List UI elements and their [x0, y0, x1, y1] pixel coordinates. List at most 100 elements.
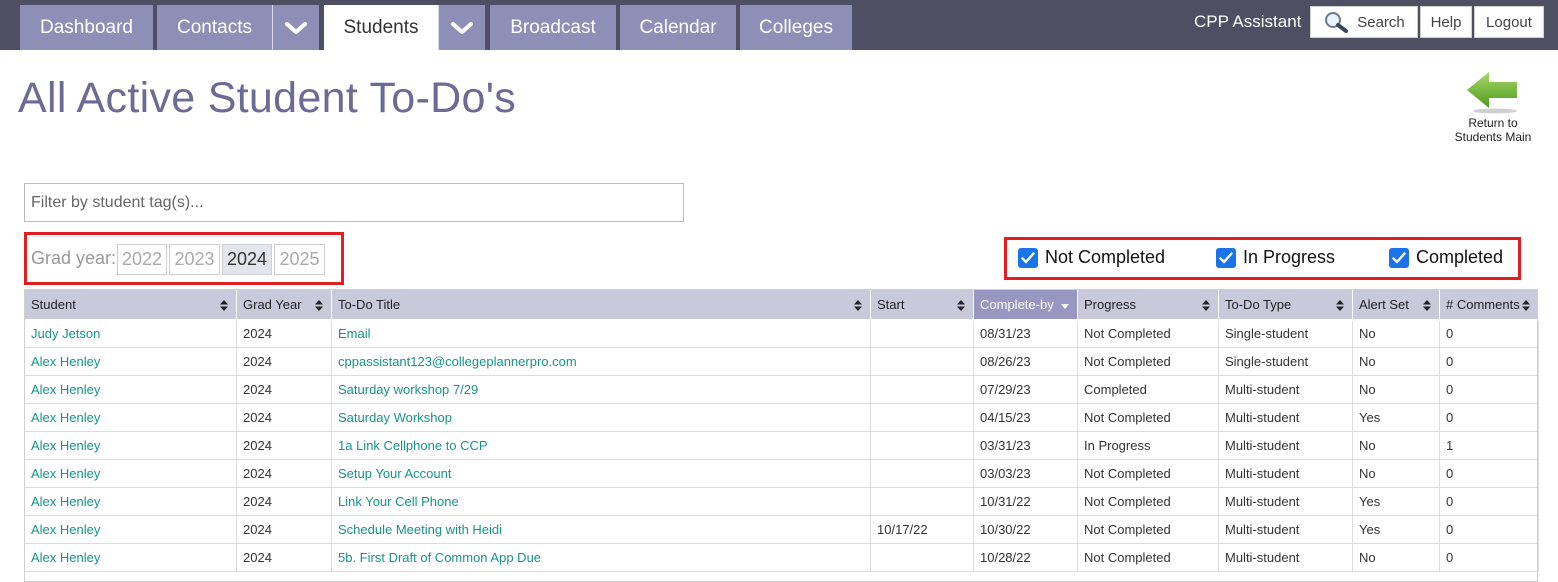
table-cell: Yes: [1352, 487, 1440, 516]
column-header-complete-by[interactable]: Complete-by: [973, 289, 1078, 321]
help-button-label: Help: [1430, 13, 1462, 31]
todo-title-link[interactable]: Saturday Workshop: [331, 403, 871, 432]
student-name-link[interactable]: Alex Henley: [24, 403, 237, 432]
table-cell: No: [1352, 459, 1440, 488]
student-name-link[interactable]: Alex Henley: [24, 459, 237, 488]
table-cell: 0: [1439, 543, 1539, 572]
table-cell: 10/31/22: [973, 487, 1078, 516]
students-dropdown-toggle[interactable]: [438, 5, 485, 50]
filter-completed-checkbox[interactable]: Completed: [1389, 247, 1503, 268]
logout-button-label: Logout: [1486, 13, 1532, 31]
return-label-line2: Students Main: [1454, 130, 1532, 144]
column-header-progress[interactable]: Progress: [1077, 289, 1219, 321]
sort-icon: [315, 300, 323, 311]
search-icon: [1325, 12, 1349, 33]
table-cell: 08/26/23: [973, 347, 1078, 376]
table-cell: Not Completed: [1077, 543, 1219, 572]
table-body: Judy Jetson 2024 Email 08/31/23 Not Complete…: [24, 319, 1539, 572]
table-cell: 1: [1439, 431, 1539, 460]
column-header-to-do-type[interactable]: To-Do Type: [1218, 289, 1353, 321]
checkbox-checked-icon: [1216, 247, 1236, 268]
tab-dashboard-label: Dashboard: [40, 16, 133, 38]
column-header-start[interactable]: Start: [870, 289, 974, 321]
table-cell: 04/15/23: [973, 403, 1078, 432]
table-cell: [870, 487, 974, 516]
table-row: Alex Henley 2024 Link Your Cell Phone 10/31…: [24, 487, 1539, 516]
table-cell: 0: [1439, 487, 1539, 516]
table-cell: 03/03/23: [973, 459, 1078, 488]
column-header-label: Progress: [1084, 296, 1137, 312]
table-cell: Multi-student: [1218, 403, 1353, 432]
table-cell: 0: [1439, 319, 1539, 348]
table-cell: No: [1352, 431, 1440, 460]
table-cell: 0: [1439, 375, 1539, 404]
student-name-link[interactable]: Judy Jetson: [24, 319, 237, 348]
column-header-to-do-title[interactable]: To-Do Title: [331, 289, 871, 321]
user-name[interactable]: CPP Assistant: [1194, 12, 1301, 32]
tab-dashboard[interactable]: Dashboard: [20, 5, 153, 50]
contacts-dropdown-toggle[interactable]: [272, 5, 319, 50]
search-button[interactable]: Search: [1310, 6, 1418, 38]
student-name-link[interactable]: Alex Henley: [24, 487, 237, 516]
column-header-alert-set[interactable]: Alert Set: [1352, 289, 1440, 321]
todo-title-link[interactable]: Setup Your Account: [331, 459, 871, 488]
filter-not-completed-label: Not Completed: [1045, 247, 1166, 267]
student-name-link[interactable]: Alex Henley: [24, 431, 237, 460]
table-cell: Not Completed: [1077, 319, 1219, 348]
tab-colleges-label: Colleges: [759, 16, 833, 38]
column-header-label: # Comments: [1446, 296, 1520, 312]
todo-title-link[interactable]: Saturday workshop 7/29: [331, 375, 871, 404]
return-to-students-main-button[interactable]: Return to Students Main: [1448, 70, 1538, 144]
sort-icon: [1336, 300, 1344, 311]
table-row: Alex Henley 2024 Saturday workshop 7/29 07/…: [24, 375, 1539, 404]
table-cell: Multi-student: [1218, 459, 1353, 488]
grad-year-2025-button[interactable]: 2025: [274, 244, 325, 275]
student-name-link[interactable]: Alex Henley: [24, 347, 237, 376]
table-cell: No: [1352, 347, 1440, 376]
table-row: Alex Henley 2024 cppassistant123@collegepl…: [24, 347, 1539, 376]
table-cell: 2024: [236, 487, 332, 516]
help-button[interactable]: Help: [1420, 6, 1472, 38]
table-cell: [870, 375, 974, 404]
student-name-link[interactable]: Alex Henley: [24, 515, 237, 544]
todo-title-link[interactable]: 5b. First Draft of Common App Due: [331, 543, 871, 572]
grad-year-2023-button[interactable]: 2023: [169, 244, 220, 275]
grad-year-2022-button[interactable]: 2022: [117, 244, 167, 275]
table-cell: Yes: [1352, 403, 1440, 432]
table-cell: 10/28/22: [973, 543, 1078, 572]
tab-calendar[interactable]: Calendar: [620, 5, 736, 50]
todo-title-link[interactable]: 1a Link Cellphone to CCP: [331, 431, 871, 460]
student-name-link[interactable]: Alex Henley: [24, 543, 237, 572]
tab-contacts[interactable]: Contacts: [157, 5, 272, 50]
table-row: Alex Henley 2024 Setup Your Account 03/03/2…: [24, 459, 1539, 488]
tab-students[interactable]: Students: [324, 5, 438, 50]
table-cell: Single-student: [1218, 347, 1353, 376]
student-tag-filter-input[interactable]: [24, 183, 684, 222]
column-header-student[interactable]: Student: [24, 289, 237, 321]
table-cell: 2024: [236, 347, 332, 376]
todo-title-link[interactable]: Link Your Cell Phone: [331, 487, 871, 516]
logout-button[interactable]: Logout: [1474, 6, 1544, 38]
table-cell: Multi-student: [1218, 515, 1353, 544]
filter-in-progress-checkbox[interactable]: In Progress: [1216, 247, 1335, 268]
todo-title-link[interactable]: cppassistant123@collegeplannerpro.com: [331, 347, 871, 376]
table-cell: In Progress: [1077, 431, 1219, 460]
table-cell: Single-student: [1218, 319, 1353, 348]
table-cell: 10/17/22: [870, 515, 974, 544]
tab-colleges[interactable]: Colleges: [740, 5, 852, 50]
column-header-comments[interactable]: # Comments: [1439, 289, 1539, 321]
column-header-label: Alert Set: [1359, 296, 1409, 312]
student-name-link[interactable]: Alex Henley: [24, 375, 237, 404]
table-row: Judy Jetson 2024 Email 08/31/23 Not Complete…: [24, 319, 1539, 348]
todo-title-link[interactable]: Email: [331, 319, 871, 348]
tab-broadcast[interactable]: Broadcast: [490, 5, 616, 50]
table-cell: Not Completed: [1077, 347, 1219, 376]
filter-not-completed-checkbox[interactable]: Not Completed: [1018, 247, 1165, 268]
todo-title-link[interactable]: Schedule Meeting with Heidi: [331, 515, 871, 544]
table-cell: Completed: [1077, 375, 1219, 404]
column-header-grad-year[interactable]: Grad Year: [236, 289, 332, 321]
grad-year-2024-button[interactable]: 2024: [222, 244, 272, 275]
table-cell: No: [1352, 375, 1440, 404]
table-cell: 2024: [236, 375, 332, 404]
table-cell: Not Completed: [1077, 403, 1219, 432]
